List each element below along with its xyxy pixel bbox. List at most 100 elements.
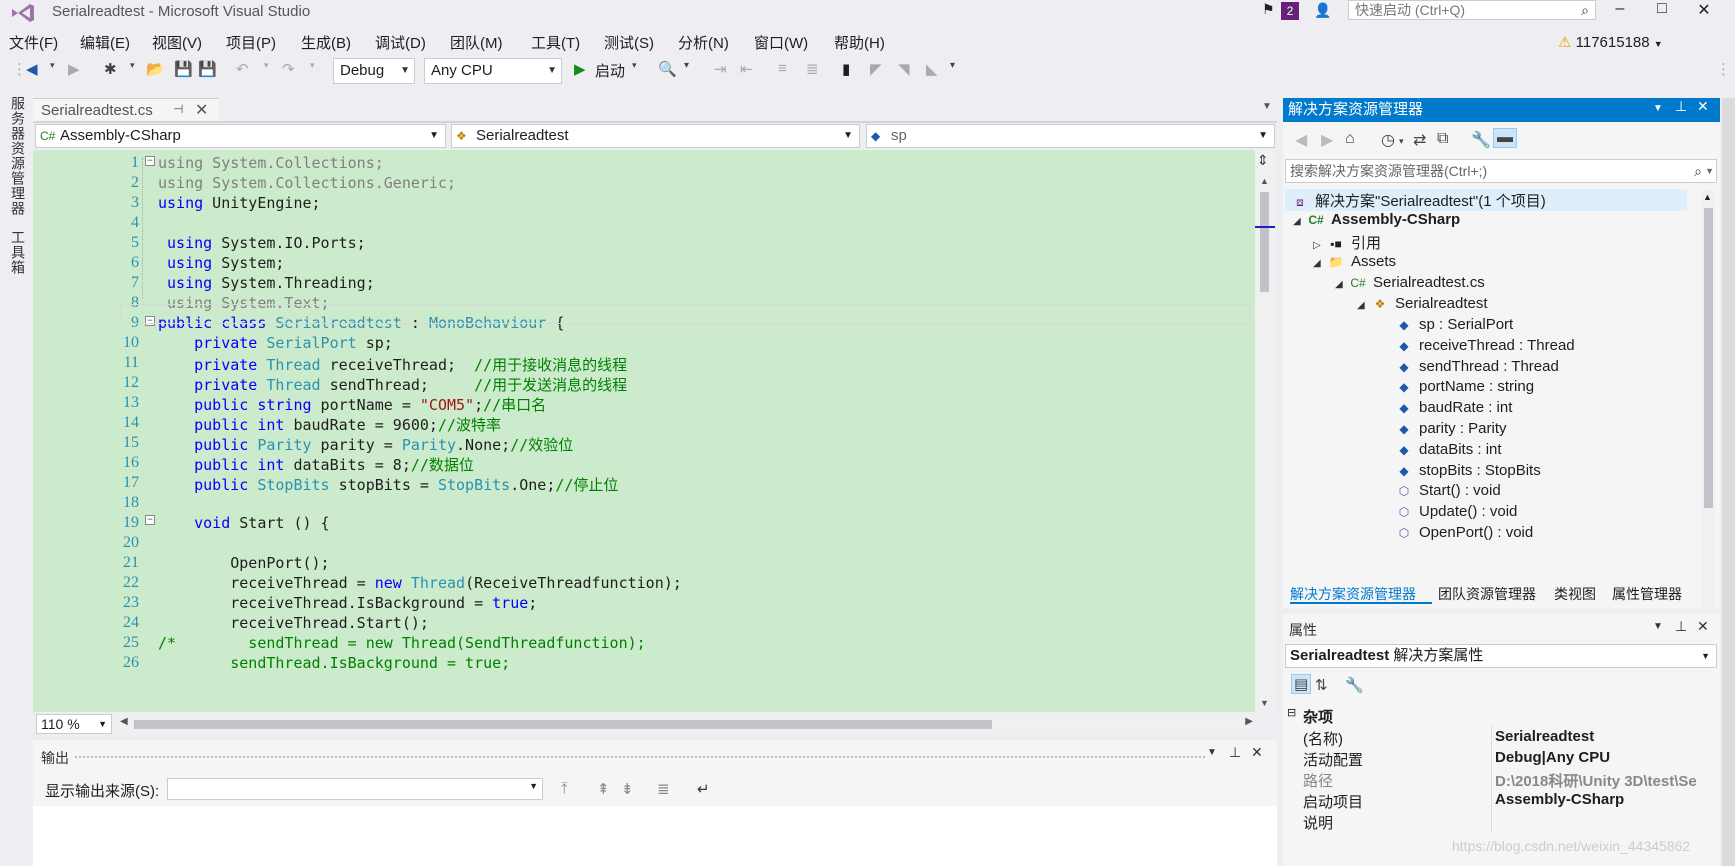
account-feedback-icon[interactable]: 👤 bbox=[1314, 2, 1331, 19]
property-row[interactable]: 路径 D:\2018科研\Unity 3D\test\Se bbox=[1283, 768, 1720, 790]
menu-team[interactable]: 团队(M) bbox=[450, 32, 503, 53]
minimize-button[interactable]: – bbox=[1600, 0, 1640, 18]
editor-vertical-scrollbar[interactable]: ⇕ ▲ ▼ bbox=[1255, 150, 1275, 712]
open-file-icon[interactable]: 📂 bbox=[146, 60, 165, 78]
pin-icon[interactable]: ⊥ bbox=[1675, 618, 1687, 635]
notification-count-badge[interactable]: 2 bbox=[1281, 2, 1299, 20]
home-icon[interactable]: ⌂ bbox=[1345, 130, 1355, 148]
scroll-thumb[interactable] bbox=[1260, 192, 1269, 292]
menu-project[interactable]: 项目(P) bbox=[226, 32, 276, 53]
tree-folder-assets[interactable]: ◢ 📁 Assets bbox=[1313, 253, 1396, 270]
tree-references[interactable]: ▷ ▪■ 引用 bbox=[1313, 232, 1381, 253]
menu-test[interactable]: 测试(S) bbox=[604, 32, 654, 53]
tree-field[interactable]: ◆ portName : string bbox=[1395, 378, 1534, 395]
output-text-area[interactable] bbox=[33, 806, 1277, 866]
alphabetical-sort-icon[interactable]: ⇅ bbox=[1315, 676, 1328, 694]
scroll-thumb[interactable] bbox=[134, 720, 992, 729]
project-nav-dropdown[interactable]: C# Assembly-CSharp ▼ bbox=[35, 124, 446, 148]
pin-icon[interactable]: ⊥ bbox=[1229, 744, 1241, 761]
step-icon[interactable]: ⇥ bbox=[714, 60, 727, 78]
back-icon[interactable]: ◀ bbox=[1295, 130, 1307, 150]
tab-solution-explorer[interactable]: 解决方案资源管理器 bbox=[1290, 584, 1416, 604]
member-nav-dropdown[interactable]: ◆ sp ▼ bbox=[866, 124, 1275, 148]
menu-window[interactable]: 窗口(W) bbox=[754, 32, 808, 53]
tree-field[interactable]: ◆ dataBits : int bbox=[1395, 441, 1501, 458]
zoom-select[interactable]: 110 % ▼ bbox=[36, 714, 112, 734]
tree-method[interactable]: ⬡ Start() : void bbox=[1395, 482, 1501, 499]
scroll-down-icon[interactable]: ▼ bbox=[1260, 698, 1269, 708]
scroll-up-icon[interactable]: ▲ bbox=[1703, 192, 1712, 202]
class-nav-dropdown[interactable]: ❖ Serialreadtest ▼ bbox=[451, 124, 860, 148]
close-tab-icon[interactable]: ✕ bbox=[195, 100, 208, 120]
back-icon[interactable]: ◀ bbox=[26, 60, 38, 78]
pending-dropdown-icon[interactable]: ▾ bbox=[1399, 136, 1404, 147]
property-pages-wrench-icon[interactable]: 🔧 bbox=[1345, 676, 1364, 694]
properties-object-select[interactable]: Serialreadtest 解决方案属性 ▼ bbox=[1285, 644, 1717, 668]
step-over-icon[interactable]: ⇤ bbox=[740, 60, 753, 78]
save-all-icon[interactable]: 💾 bbox=[198, 60, 217, 78]
clear-bookmarks-icon[interactable]: ◣ bbox=[926, 60, 938, 78]
menu-help[interactable]: 帮助(H) bbox=[834, 32, 885, 53]
start-dropdown-icon[interactable]: ▾ bbox=[632, 60, 637, 71]
menu-build[interactable]: 生成(B) bbox=[301, 32, 351, 53]
new-project-icon[interactable]: ✱ bbox=[104, 60, 117, 78]
configuration-select[interactable]: Debug ▼ bbox=[333, 58, 415, 84]
next-message-icon[interactable]: ⇟ bbox=[621, 780, 634, 798]
pin-icon[interactable]: ⊥ bbox=[1675, 98, 1687, 115]
solution-tree-scrollbar[interactable]: ▲ ▼ bbox=[1701, 190, 1715, 668]
server-explorer-tab[interactable]: 服务器资源管理器 bbox=[8, 96, 28, 216]
tree-file[interactable]: ◢ C# Serialreadtest.cs bbox=[1335, 274, 1485, 291]
word-wrap-icon[interactable]: ↵ bbox=[697, 780, 710, 798]
panel-grip[interactable] bbox=[75, 756, 1205, 760]
preview-selected-icon[interactable]: ▬ bbox=[1493, 128, 1517, 148]
property-row[interactable]: 说明 bbox=[1283, 810, 1720, 832]
start-button[interactable]: 启动 bbox=[595, 60, 625, 81]
redo-icon[interactable]: ↷ bbox=[282, 60, 295, 78]
platform-select[interactable]: Any CPU ▼ bbox=[424, 58, 562, 84]
menu-file[interactable]: 文件(F) bbox=[9, 32, 58, 53]
pin-icon[interactable]: ⊣ bbox=[173, 102, 183, 116]
close-panel-icon[interactable]: ✕ bbox=[1697, 98, 1709, 115]
maximize-button[interactable]: □ bbox=[1642, 0, 1682, 18]
panel-menu-dropdown-icon[interactable]: ▼ bbox=[1653, 621, 1663, 632]
account-warning[interactable]: ⚠ 117615188 ▼ bbox=[1558, 33, 1663, 51]
new-dropdown-icon[interactable]: ▾ bbox=[130, 60, 135, 71]
editor-horizontal-scrollbar[interactable]: ◀ ▶ bbox=[118, 714, 1255, 734]
scroll-thumb[interactable] bbox=[1704, 208, 1713, 508]
solution-search-input[interactable]: 搜索解决方案资源管理器(Ctrl+;) ⌕ ▼ bbox=[1285, 159, 1717, 183]
menu-debug[interactable]: 调试(D) bbox=[375, 32, 426, 53]
forward-icon[interactable]: ▶ bbox=[1321, 130, 1333, 150]
toolbox-tab[interactable]: 工具箱 bbox=[8, 230, 28, 275]
tree-field[interactable]: ◆ sendThread : Thread bbox=[1395, 358, 1558, 375]
code-editor[interactable]: 1 2 3 4 5 6 7 8 9 10 11 12 13 14 15 16 17 18 19 20 21 22 23 24 2… bbox=[33, 150, 1255, 712]
tree-field[interactable]: ◆ parity : Parity bbox=[1395, 420, 1506, 437]
bookmark-icon[interactable]: ▮ bbox=[842, 60, 850, 78]
expanded-arrow-icon[interactable]: ◢ bbox=[1293, 216, 1307, 227]
expanded-arrow-icon[interactable]: ◢ bbox=[1313, 258, 1327, 269]
forward-icon[interactable]: ▶ bbox=[68, 60, 80, 78]
menu-analyze[interactable]: 分析(N) bbox=[678, 32, 729, 53]
panel-menu-dropdown-icon[interactable]: ▼ bbox=[1207, 747, 1217, 758]
scroll-left-icon[interactable]: ◀ bbox=[120, 716, 128, 727]
tab-class-view[interactable]: 类视图 bbox=[1554, 584, 1596, 604]
menu-tools[interactable]: 工具(T) bbox=[531, 32, 580, 53]
fold-toggle-icon[interactable]: − bbox=[145, 156, 155, 166]
undo-dropdown-icon[interactable]: ▾ bbox=[264, 60, 269, 71]
tree-class[interactable]: ◢ ❖ Serialreadtest bbox=[1357, 295, 1488, 312]
toolbar-overflow-icon[interactable]: ▾ bbox=[950, 60, 955, 71]
find-message-icon[interactable]: ⤒ bbox=[561, 780, 568, 797]
tree-field[interactable]: ◆ baudRate : int bbox=[1395, 399, 1512, 416]
property-row[interactable]: (名称) Serialreadtest bbox=[1283, 726, 1720, 748]
expanded-arrow-icon[interactable]: ◢ bbox=[1357, 300, 1371, 311]
next-bookmark-icon[interactable]: ◥ bbox=[898, 60, 910, 78]
properties-wrench-icon[interactable]: 🔧 bbox=[1471, 130, 1491, 150]
back-dropdown-icon[interactable]: ▾ bbox=[50, 60, 55, 71]
toolbar-dropdown-icon[interactable]: ▾ bbox=[684, 60, 689, 71]
close-panel-icon[interactable]: ✕ bbox=[1251, 744, 1263, 761]
property-category[interactable]: ⊟ 杂项 bbox=[1283, 704, 1720, 726]
property-row[interactable]: 启动项目 Assembly-CSharp bbox=[1283, 789, 1720, 811]
tree-field[interactable]: ◆ stopBits : StopBits bbox=[1395, 462, 1540, 479]
categorized-icon[interactable]: ▤ bbox=[1291, 674, 1312, 694]
close-button[interactable]: ✕ bbox=[1684, 0, 1724, 20]
scroll-up-icon[interactable]: ▲ bbox=[1260, 176, 1269, 186]
